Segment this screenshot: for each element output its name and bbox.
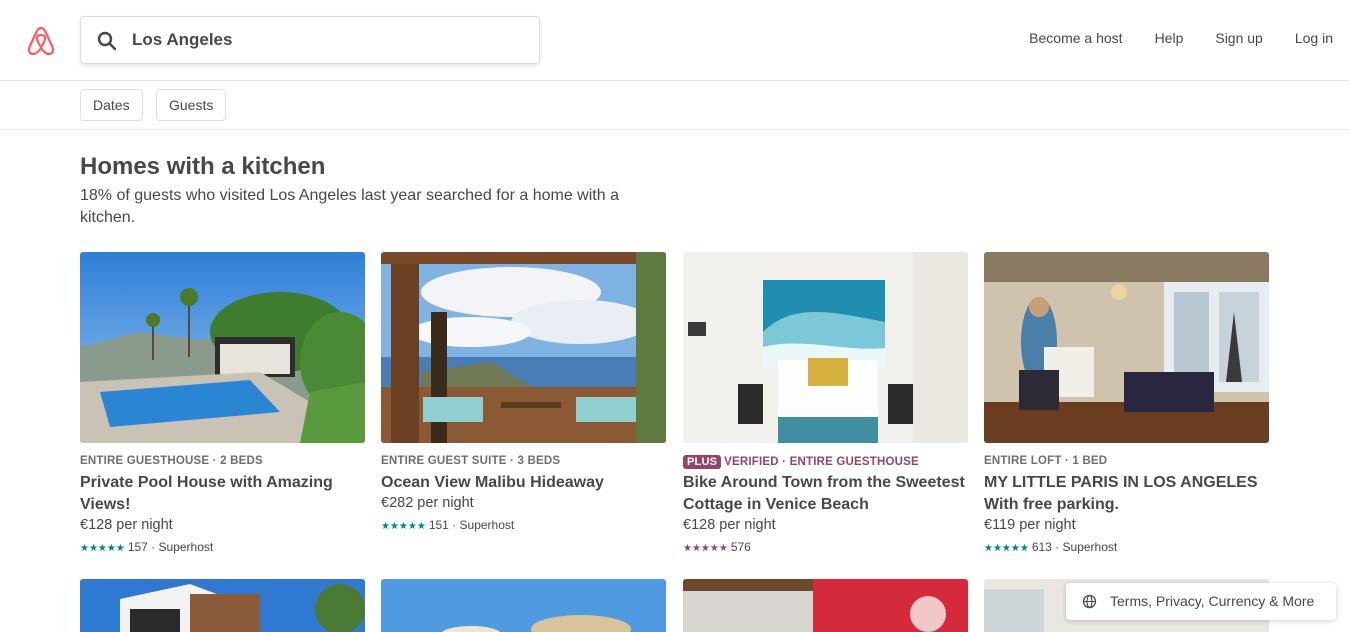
search-input[interactable]: Los Angeles	[132, 30, 232, 50]
footer-links-button[interactable]: Terms, Privacy, Currency & More	[1066, 583, 1336, 620]
listing-title[interactable]: Bike Around Town from the Sweetest Cotta…	[683, 472, 973, 516]
listing-rating: ★★★★★ 613 · Superhost	[984, 540, 1117, 554]
section-subtitle: 18% of guests who visited Los Angeles la…	[80, 187, 619, 226]
top-header: Los Angeles Become a host Help Sign up L…	[0, 0, 1349, 81]
listing-rating: ★★★★★ 151 · Superhost	[381, 518, 514, 532]
listing-photo[interactable]	[683, 579, 968, 632]
listing-price: €119 per night	[984, 517, 1076, 533]
listing-photo[interactable]	[80, 579, 365, 632]
guests-filter-button[interactable]: Guests	[156, 89, 227, 121]
listing-photo[interactable]	[381, 252, 666, 443]
listing-title[interactable]: Private Pool House with Amazing Views!	[80, 472, 370, 516]
rating-text: 151 · Superhost	[428, 518, 515, 532]
listing-kicker: ENTIRE GUEST SUITE · 3 BEDS	[381, 455, 561, 467]
rating-stars-icon: ★★★★★	[683, 543, 728, 554]
listing-photo[interactable]	[381, 579, 666, 632]
filter-bar: Dates Guests	[0, 81, 1349, 130]
section-title: Homes with a kitchen	[80, 153, 326, 180]
log-in-link[interactable]: Log in	[1295, 30, 1333, 46]
rating-text: 613 · Superhost	[1031, 540, 1118, 554]
listing-price: €128 per night	[80, 517, 173, 533]
plus-badge: PLUS	[683, 455, 722, 469]
become-host-link[interactable]: Become a host	[1029, 30, 1122, 46]
listing-kicker: ENTIRE LOFT · 1 BED	[984, 455, 1108, 467]
rating-text: 576	[730, 540, 751, 554]
globe-icon	[1082, 594, 1097, 609]
sign-up-link[interactable]: Sign up	[1215, 30, 1262, 46]
search-icon	[97, 31, 117, 51]
listing-rating: ★★★★★ 157 · Superhost	[80, 540, 213, 554]
listing-photo[interactable]	[683, 252, 968, 443]
rating-stars-icon: ★★★★★	[984, 543, 1029, 554]
rating-stars-icon: ★★★★★	[80, 543, 125, 554]
listing-title[interactable]: MY LITTLE PARIS IN LOS ANGELES With free…	[984, 472, 1274, 516]
listing-price: €128 per night	[683, 517, 776, 533]
listing-title[interactable]: Ocean View Malibu Hideaway	[381, 472, 671, 494]
listing-kicker: ENTIRE GUESTHOUSE · 2 BEDS	[80, 455, 263, 467]
help-link[interactable]: Help	[1155, 30, 1184, 46]
listing-photo[interactable]	[984, 252, 1269, 443]
listing-rating: ★★★★★ 576	[683, 540, 751, 554]
search-bar[interactable]: Los Angeles	[80, 16, 540, 64]
listing-price: €282 per night	[381, 495, 474, 511]
rating-text: 157 · Superhost	[127, 540, 214, 554]
listing-photo[interactable]	[80, 252, 365, 443]
dates-filter-button[interactable]: Dates	[80, 89, 143, 121]
footer-links-label: Terms, Privacy, Currency & More	[1110, 593, 1315, 609]
top-nav: Become a host Help Sign up Log in	[997, 30, 1333, 46]
listing-kicker: PLUS VERIFIED · ENTIRE GUESTHOUSE	[683, 455, 919, 469]
airbnb-logo-icon[interactable]	[26, 25, 56, 57]
rating-stars-icon: ★★★★★	[381, 521, 426, 532]
